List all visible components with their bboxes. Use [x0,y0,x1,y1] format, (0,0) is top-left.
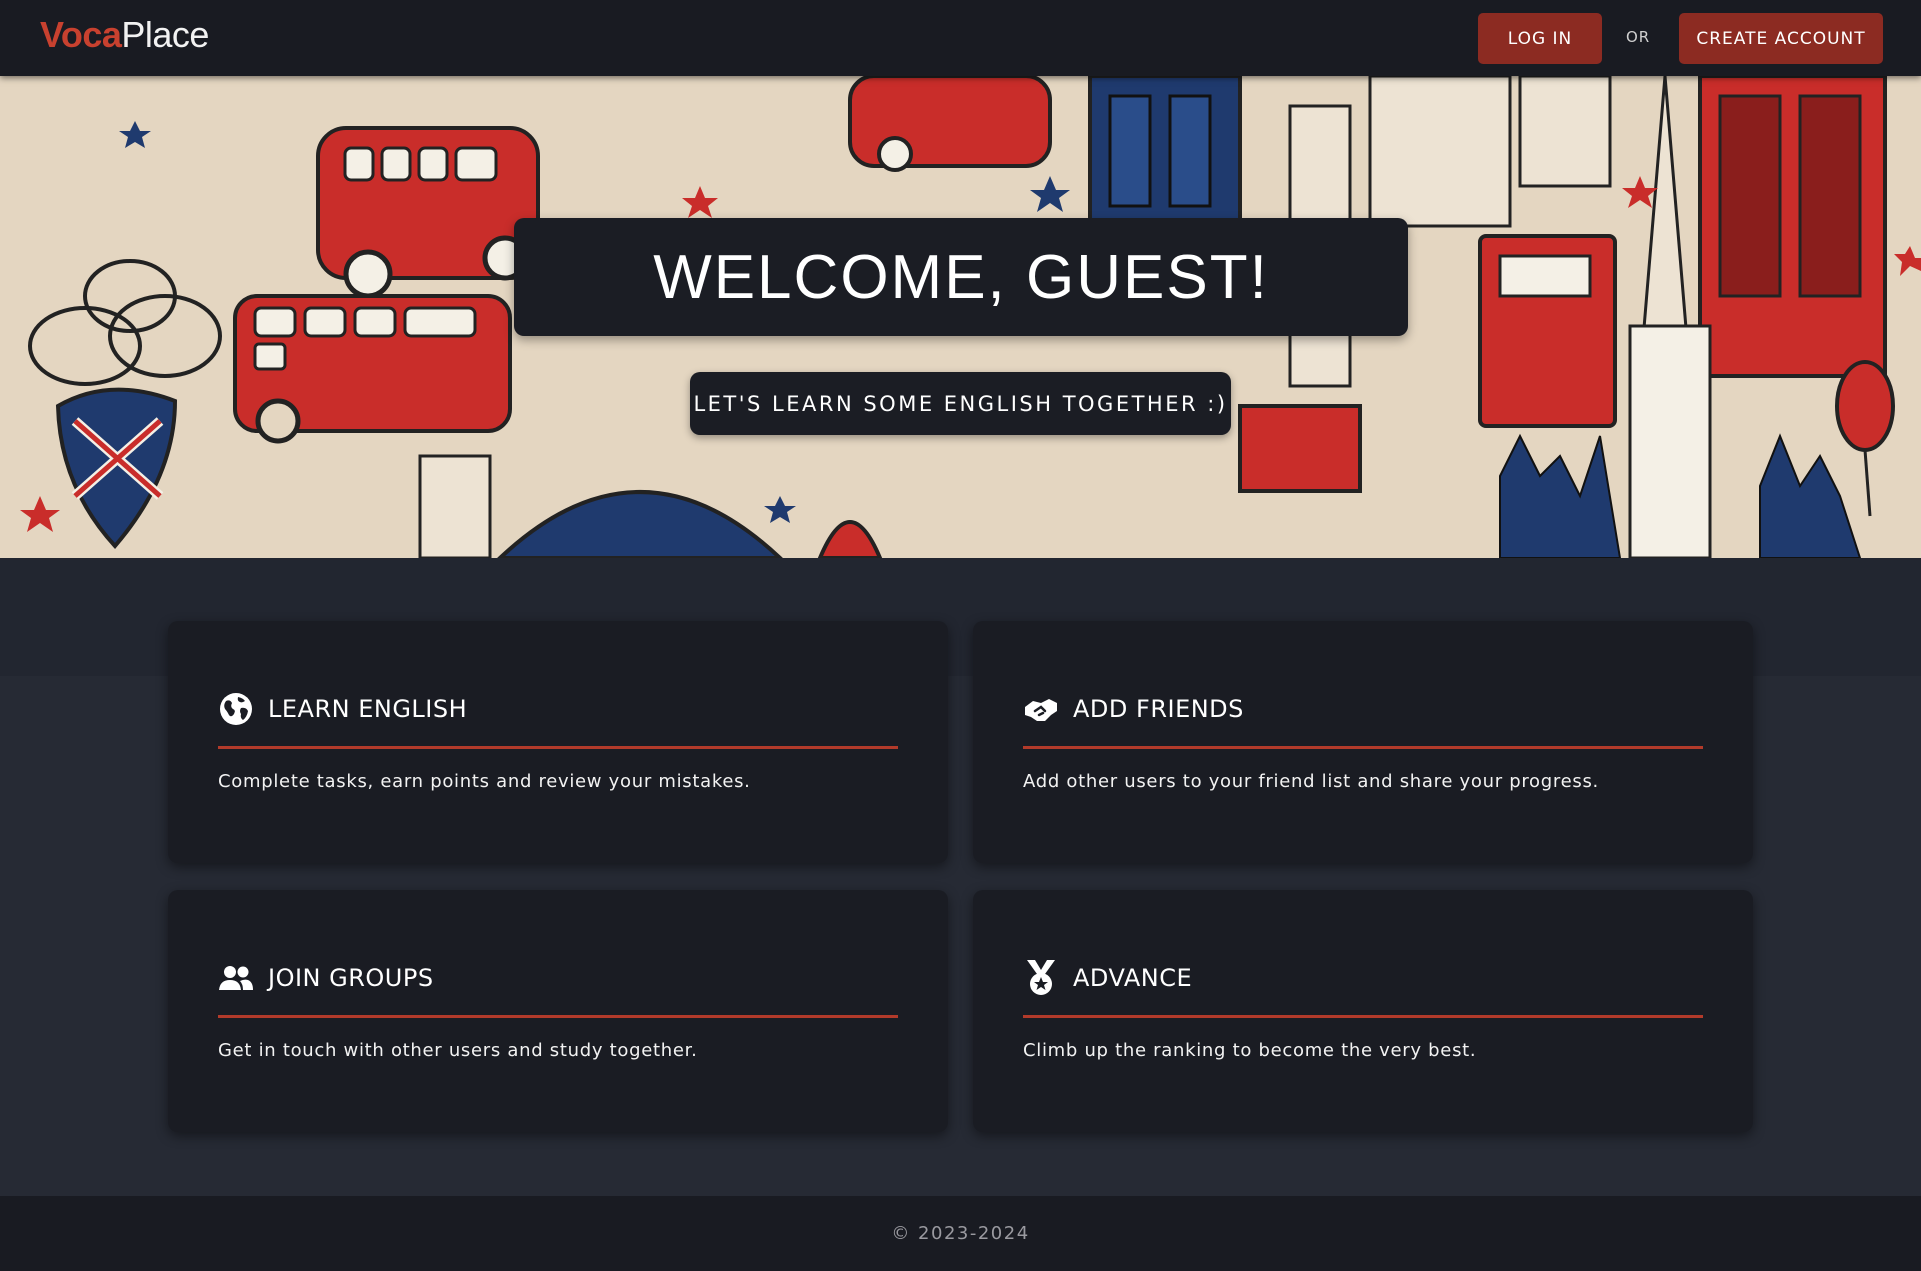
feature-card-add-friends: ADD FRIENDS Add other users to your frie… [973,621,1753,863]
feature-card-header: ADD FRIENDS [1023,691,1244,727]
divider [1023,1015,1703,1018]
welcome-title: WELCOME, GUEST! [653,242,1269,312]
feature-card-header: LEARN ENGLISH [218,691,467,727]
red-bus-illustration [316,126,540,299]
feature-card-header: ADVANCE [1023,960,1192,996]
tagline-banner: LET'S LEARN SOME ENGLISH TOGETHER :) [690,372,1231,435]
logo[interactable]: VocaPlace [40,14,209,56]
feature-title: LEARN ENGLISH [268,695,468,723]
double-decker-bus-illustration [233,294,512,444]
feature-description: Complete tasks, earn points and review y… [218,771,751,792]
login-button[interactable]: LOG IN [1478,13,1602,64]
tagline-text: LET'S LEARN SOME ENGLISH TOGETHER :) [693,391,1228,416]
feature-title: JOIN GROUPS [268,964,434,992]
feature-description: Climb up the ranking to become the very … [1023,1040,1477,1061]
feature-title: ADD FRIENDS [1073,695,1244,723]
feature-title: ADVANCE [1073,964,1193,992]
navbar: VocaPlace LOG IN OR CREATE ACCOUNT [0,0,1921,76]
hero-banner: WELCOME, GUEST! LET'S LEARN SOME ENGLISH… [0,76,1921,558]
footer: © 2023-2024 [0,1196,1921,1271]
feature-card-advance: ADVANCE Climb up the ranking to become t… [973,890,1753,1132]
feature-description: Add other users to your friend list and … [1023,771,1599,792]
or-separator: OR [1626,28,1651,46]
divider [218,746,898,749]
logo-part-place: Place [121,14,209,55]
handshake-icon [1023,691,1059,727]
users-icon [218,960,254,996]
create-account-button[interactable]: CREATE ACCOUNT [1679,13,1883,64]
feature-description: Get in touch with other users and study … [218,1040,698,1061]
copyright-text: © 2023-2024 [891,1223,1030,1244]
feature-card-header: JOIN GROUPS [218,960,434,996]
feature-card-join-groups: JOIN GROUPS Get in touch with other user… [168,890,948,1132]
feature-card-learn-english: LEARN ENGLISH Complete tasks, earn point… [168,621,948,863]
logo-part-voca: Voca [40,14,122,55]
welcome-banner: WELCOME, GUEST! [514,218,1408,336]
divider [218,1015,898,1018]
globe-icon [218,691,254,727]
medal-icon [1023,960,1059,996]
divider [1023,746,1703,749]
